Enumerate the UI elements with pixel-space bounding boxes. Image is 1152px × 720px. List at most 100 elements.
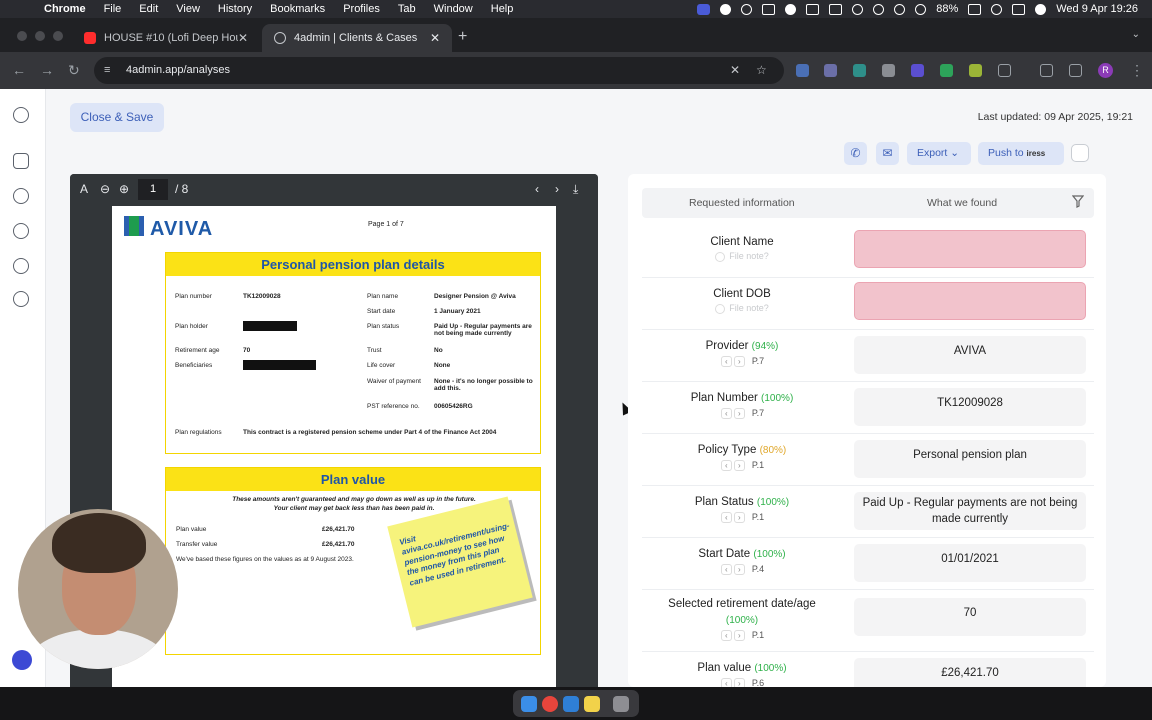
next-page-icon[interactable]: › (555, 182, 559, 196)
found-value[interactable]: AVIVA (854, 336, 1086, 374)
info-status-icon[interactable] (852, 3, 864, 15)
chevron-left-icon[interactable]: ‹ (720, 512, 732, 523)
support-icon[interactable] (13, 291, 29, 307)
chevron-right-icon[interactable]: › (733, 678, 745, 687)
users-icon[interactable] (13, 188, 29, 204)
chevron-left-icon[interactable]: ‹ (720, 356, 732, 367)
volume-icon[interactable] (806, 3, 820, 15)
menu-history[interactable]: History (218, 3, 252, 15)
extensions-puzzle-icon[interactable] (998, 64, 1011, 77)
close-tab-icon[interactable]: ✕ (238, 31, 248, 45)
info-icon[interactable] (13, 223, 29, 239)
email-icon[interactable]: ✉ (876, 142, 899, 165)
battery-icon[interactable] (968, 3, 982, 15)
bookmark-star-icon[interactable]: ☆ (756, 63, 767, 77)
reload-icon[interactable]: ↻ (68, 62, 80, 79)
url-text[interactable]: 4admin.app/analyses (126, 64, 230, 76)
found-value[interactable]: Personal pension plan (854, 440, 1086, 478)
new-tab-icon[interactable]: + (458, 28, 467, 46)
address-bar[interactable]: ≡ 4admin.app/analyses ✕ ☆ (94, 57, 784, 84)
translate-off-icon[interactable]: ✕ (730, 63, 740, 77)
menu-edit[interactable]: Edit (139, 3, 158, 15)
phone-icon[interactable]: ✆ (844, 142, 867, 165)
found-value[interactable]: 70 (854, 598, 1086, 636)
chevron-right-icon[interactable]: › (733, 460, 745, 471)
chevron-right-icon[interactable]: › (733, 564, 745, 575)
menubar-clock[interactable]: Wed 9 Apr 19:26 (1056, 3, 1138, 15)
found-value[interactable]: 01/01/2021 (854, 544, 1086, 582)
menu-bookmarks[interactable]: Bookmarks (270, 3, 325, 15)
notes-icon[interactable] (584, 696, 600, 712)
page-ref[interactable]: P.7 (752, 408, 764, 418)
more-menu-icon[interactable]: ⋮ (1130, 62, 1144, 79)
menu-help[interactable]: Help (491, 3, 514, 15)
document-search-icon[interactable] (13, 153, 29, 169)
extension-icon[interactable] (824, 64, 837, 77)
vscode-icon[interactable] (563, 696, 579, 712)
chevron-left-icon[interactable]: ‹ (720, 564, 732, 575)
gear-status-icon[interactable] (720, 3, 732, 15)
found-value[interactable]: Paid Up - Regular payments are not being… (854, 492, 1086, 530)
export-button[interactable]: Export ⌄ (907, 142, 971, 165)
chevron-right-icon[interactable]: › (733, 356, 745, 367)
menu-app-name[interactable]: Chrome (44, 3, 86, 15)
extension-icon[interactable] (796, 64, 809, 77)
tab-youtube[interactable]: HOUSE #10 (Lofi Deep House ✕ (72, 24, 260, 52)
tab-search-chevron-icon[interactable]: ⌄ (1132, 29, 1140, 40)
site-settings-icon[interactable]: ≡ (104, 64, 116, 76)
play-status-icon[interactable] (873, 3, 885, 15)
user-status-icon[interactable] (894, 3, 906, 15)
close-window-button[interactable] (17, 31, 27, 41)
extension-icon[interactable] (940, 64, 953, 77)
page-ref[interactable]: P.4 (752, 564, 764, 574)
file-note-checkbox[interactable]: File note? (642, 303, 842, 314)
found-value[interactable]: £26,421.70 (854, 658, 1086, 687)
page-number-input[interactable]: 1 (138, 179, 168, 200)
cloud-status-icon[interactable] (785, 3, 797, 15)
chevron-left-icon[interactable]: ‹ (720, 630, 732, 641)
extension-icon[interactable] (882, 64, 895, 77)
reading-list-icon[interactable] (1040, 64, 1053, 77)
chevron-right-icon[interactable]: › (733, 512, 745, 523)
window-status-icon[interactable] (762, 3, 776, 15)
close-tab-icon[interactable]: ✕ (430, 31, 440, 45)
download-icon[interactable] (1069, 64, 1082, 77)
page-ref[interactable]: P.6 (752, 678, 764, 687)
zoom-out-icon[interactable]: ⊖ (100, 182, 110, 196)
zoom-in-icon[interactable]: ⊕ (119, 182, 129, 196)
profile-avatar[interactable]: R (1098, 63, 1113, 78)
menu-profiles[interactable]: Profiles (343, 3, 380, 15)
control-center-icon[interactable] (1012, 3, 1026, 15)
minimize-window-button[interactable] (35, 31, 45, 41)
cloud-logo-icon[interactable] (13, 107, 29, 123)
screen-record-icon[interactable] (697, 3, 711, 15)
tab-4admin[interactable]: 4admin | Clients & Cases ✕ (262, 24, 452, 52)
found-value-empty[interactable] (854, 282, 1086, 320)
menu-file[interactable]: File (104, 3, 122, 15)
forward-arrow-icon[interactable]: → (40, 62, 54, 78)
back-arrow-icon[interactable]: ← (12, 62, 26, 78)
download-pdf-icon[interactable]: ⤓ (573, 182, 578, 197)
filter-icon[interactable] (1072, 195, 1084, 208)
chevron-right-icon[interactable]: › (733, 630, 745, 641)
page-ref[interactable]: P.1 (752, 512, 764, 522)
close-save-button[interactable]: Close & Save (70, 103, 164, 132)
extension-icon[interactable] (911, 64, 924, 77)
display-icon[interactable] (829, 3, 843, 15)
app-status-icon[interactable] (741, 3, 753, 15)
chevron-right-icon[interactable]: › (733, 408, 745, 419)
page-ref[interactable]: P.7 (752, 356, 764, 366)
page-ref[interactable]: P.1 (752, 460, 764, 470)
menu-tab[interactable]: Tab (398, 3, 416, 15)
file-note-checkbox[interactable]: File note? (642, 251, 842, 262)
select-checkbox[interactable] (1071, 144, 1089, 162)
push-to-button[interactable]: Push to iress (978, 142, 1064, 165)
text-size-icon[interactable]: A (80, 182, 88, 196)
finder-icon[interactable] (521, 696, 537, 712)
chrome-icon[interactable] (542, 696, 558, 712)
settings-gear-icon[interactable] (13, 258, 29, 274)
zoom-window-button[interactable] (53, 31, 63, 41)
menu-window[interactable]: Window (434, 3, 473, 15)
wifi-icon[interactable] (915, 3, 927, 15)
spotlight-search-icon[interactable] (991, 3, 1003, 15)
